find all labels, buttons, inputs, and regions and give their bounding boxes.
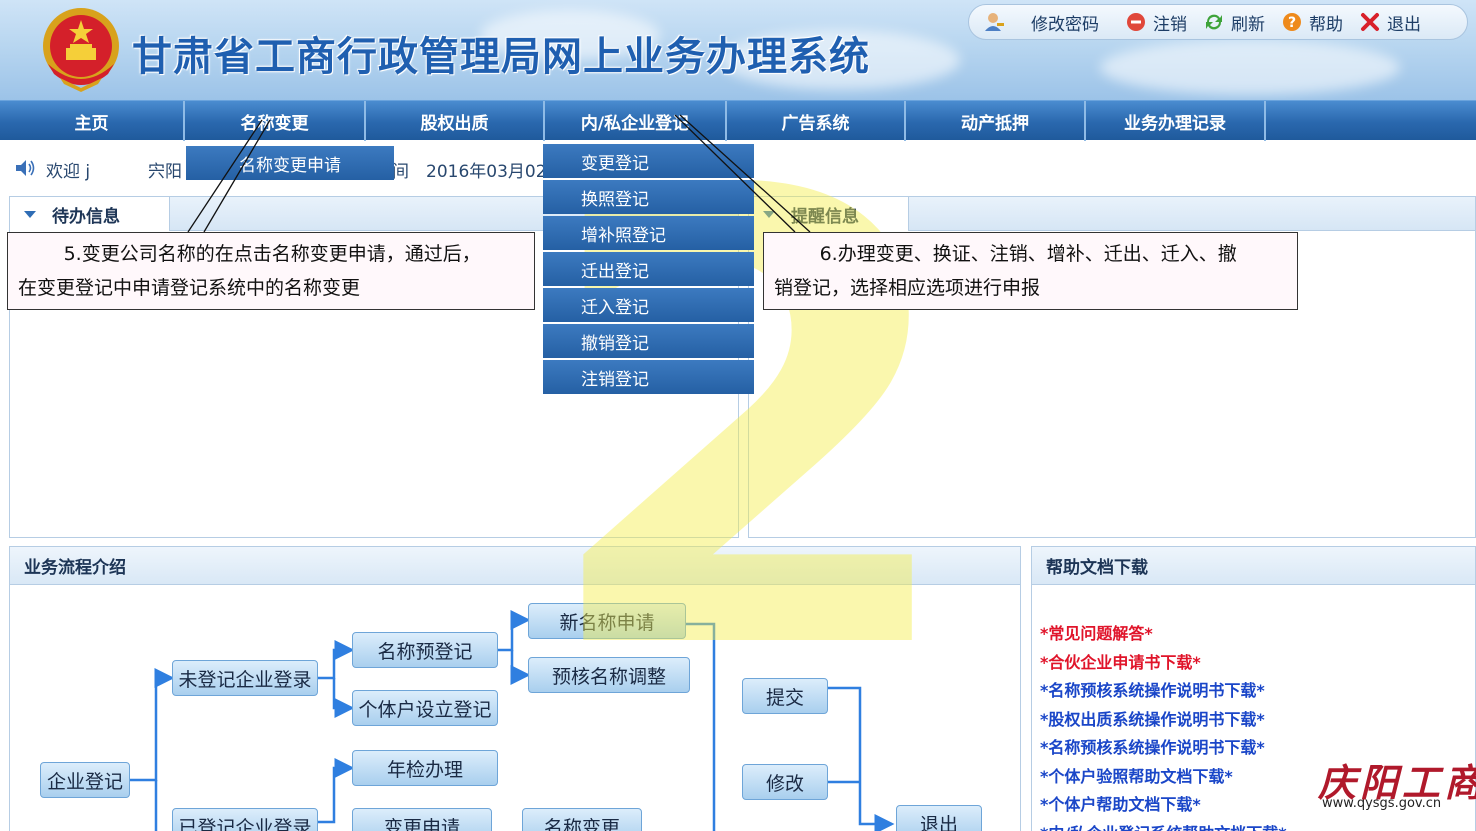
speaker-icon — [16, 160, 35, 176]
welcome-username: 宍阳 — [148, 162, 182, 182]
top-toolbar: 修改密码 注销 刷新 ? 帮助 退出 — [968, 4, 1468, 40]
nav-chattel-mortgage[interactable]: 动产抵押 — [906, 101, 1086, 141]
tab-todo[interactable]: 待办信息 — [10, 197, 170, 231]
site-title: 甘肃省工商行政管理局网上业务办理系统 — [132, 34, 870, 80]
collapse-arrow-icon — [763, 210, 775, 218]
annotation-step-6-line-1: 6.办理变更、换证、注销、增补、迁出、迁入、撤 — [819, 243, 1237, 265]
change-password-button[interactable]: 修改密码 — [983, 10, 1099, 35]
nav-equity-pledge[interactable]: 股权出质 — [366, 101, 545, 141]
help-link-enterprise-help[interactable]: *内/私企业登记系统帮助文档下载* — [1040, 820, 1287, 831]
help-link-equity-pledge-manual[interactable]: *股权出质系统操作说明书下载* — [1040, 706, 1287, 735]
change-password-label: 修改密码 — [1031, 14, 1099, 35]
main-nav: 主页 名称变更 股权出质 内/私企业登记 广告系统 动产抵押 业务办理记录 — [0, 100, 1476, 141]
nav-advertising[interactable]: 广告系统 — [727, 101, 906, 141]
flow-panel: 业务流程介绍 — [9, 546, 1021, 831]
flow-new-name-application[interactable]: 新名称申请 — [528, 603, 686, 639]
welcome-separator: 间 — [392, 162, 409, 182]
flow-prereview-adjust[interactable]: 预核名称调整 — [528, 657, 690, 693]
collapse-arrow-icon — [24, 210, 36, 218]
flow-change-application[interactable]: 变更申请 — [352, 808, 492, 831]
tab-reminder[interactable]: 提醒信息 — [749, 197, 909, 231]
annotation-step-5-line-2: 在变更登记中申请登记系统中的名称变更 — [18, 277, 361, 299]
welcome-greeting: 欢迎 j — [46, 162, 91, 182]
reminder-tab-row: 提醒信息 — [749, 197, 1475, 231]
svg-text:?: ? — [1288, 15, 1296, 31]
menu-item-supplementary-license[interactable]: 增补照登记 — [543, 216, 754, 250]
flow-unregistered-login[interactable]: 未登记企业登录 — [172, 660, 318, 696]
refresh-button[interactable]: 刷新 — [1203, 10, 1265, 35]
help-icon: ? — [1283, 13, 1301, 31]
nav-enterprise-registration[interactable]: 内/私企业登记 — [545, 101, 727, 141]
help-panel-title: 帮助文档下载 — [1032, 547, 1475, 585]
flow-name-change[interactable]: 名称变更 — [522, 808, 642, 831]
annotation-step-5: 5.变更公司名称的在点击名称变更申请，通过后， 在变更登记中申请登记系统中的名称… — [7, 232, 535, 310]
logout-button[interactable]: 注销 — [1125, 10, 1187, 35]
menu-item-move-in[interactable]: 迁入登记 — [543, 288, 754, 322]
exit-label: 退出 — [1387, 14, 1421, 35]
help-button[interactable]: ? 帮助 — [1281, 10, 1343, 35]
site-header: 甘肃省工商行政管理局网上业务办理系统 修改密码 注销 刷新 ? 帮助 退出 — [0, 0, 1476, 100]
menu-item-license-replacement[interactable]: 换照登记 — [543, 180, 754, 214]
annotation-step-5-line-1: 5.变更公司名称的在点击名称变更申请，通过后， — [63, 243, 481, 265]
help-link-individual-verification[interactable]: *个体户验照帮助文档下载* — [1040, 763, 1287, 792]
help-link-faq[interactable]: *常见问题解答* — [1040, 620, 1287, 649]
menu-item-revocation[interactable]: 撤销登记 — [543, 324, 754, 358]
refresh-label: 刷新 — [1231, 14, 1265, 35]
flow-annual-check[interactable]: 年检办理 — [352, 750, 498, 786]
cloud-decoration — [1100, 40, 1400, 95]
flow-registered-login[interactable]: 已登记企业登录 — [172, 808, 318, 831]
nav-business-records[interactable]: 业务办理记录 — [1086, 101, 1266, 141]
tab-reminder-label: 提醒信息 — [791, 206, 859, 227]
flow-individual-setup[interactable]: 个体户设立登记 — [352, 690, 498, 726]
help-label: 帮助 — [1309, 14, 1343, 35]
flow-submit[interactable]: 提交 — [742, 678, 828, 714]
close-icon — [1361, 13, 1379, 31]
welcome-date: 2016年03月02 — [426, 162, 547, 182]
help-download-list: *常见问题解答* *合伙企业申请书下载* *名称预核系统操作说明书下载* *股权… — [1040, 620, 1287, 831]
help-link-name-prereview-manual[interactable]: *名称预核系统操作说明书下载* — [1040, 677, 1287, 706]
annotation-step-6: 6.办理变更、换证、注销、增补、迁出、迁入、撤 销登记，选择相应选项进行申报 — [763, 232, 1298, 310]
flow-modify[interactable]: 修改 — [742, 764, 828, 800]
logout-label: 注销 — [1153, 14, 1187, 35]
national-emblem-icon — [43, 8, 119, 92]
brand-url: www.qysgs.gov.cn — [1322, 796, 1442, 811]
help-link-partnership-form[interactable]: *合伙企业申请书下载* — [1040, 649, 1287, 678]
enterprise-registration-dropdown: 变更登记 换照登记 增补照登记 迁出登记 迁入登记 撤销登记 注销登记 — [543, 144, 754, 396]
tab-todo-label: 待办信息 — [52, 206, 120, 227]
menu-item-cancellation[interactable]: 注销登记 — [543, 360, 754, 394]
annotation-step-6-line-2: 销登记，选择相应选项进行申报 — [774, 277, 1041, 299]
flow-panel-title: 业务流程介绍 — [10, 547, 1020, 585]
help-link-name-prereview-manual-2[interactable]: *名称预核系统操作说明书下载* — [1040, 734, 1287, 763]
menu-item-change-registration[interactable]: 变更登记 — [543, 144, 754, 178]
submenu-name-change-apply[interactable]: 名称变更申请 — [186, 146, 394, 180]
exit-button[interactable]: 退出 — [1359, 10, 1421, 35]
refresh-icon — [1206, 14, 1222, 30]
flow-enterprise-registration[interactable]: 企业登记 — [40, 762, 130, 798]
flow-exit[interactable]: 退出 — [896, 805, 982, 831]
nav-home[interactable]: 主页 — [0, 101, 185, 141]
user-key-icon — [985, 13, 1004, 31]
menu-item-move-out[interactable]: 迁出登记 — [543, 252, 754, 286]
help-link-individual-help[interactable]: *个体户帮助文档下载* — [1040, 791, 1287, 820]
logout-icon — [1127, 13, 1145, 31]
nav-name-change[interactable]: 名称变更 — [185, 101, 366, 141]
flow-name-preregistration[interactable]: 名称预登记 — [352, 632, 498, 668]
